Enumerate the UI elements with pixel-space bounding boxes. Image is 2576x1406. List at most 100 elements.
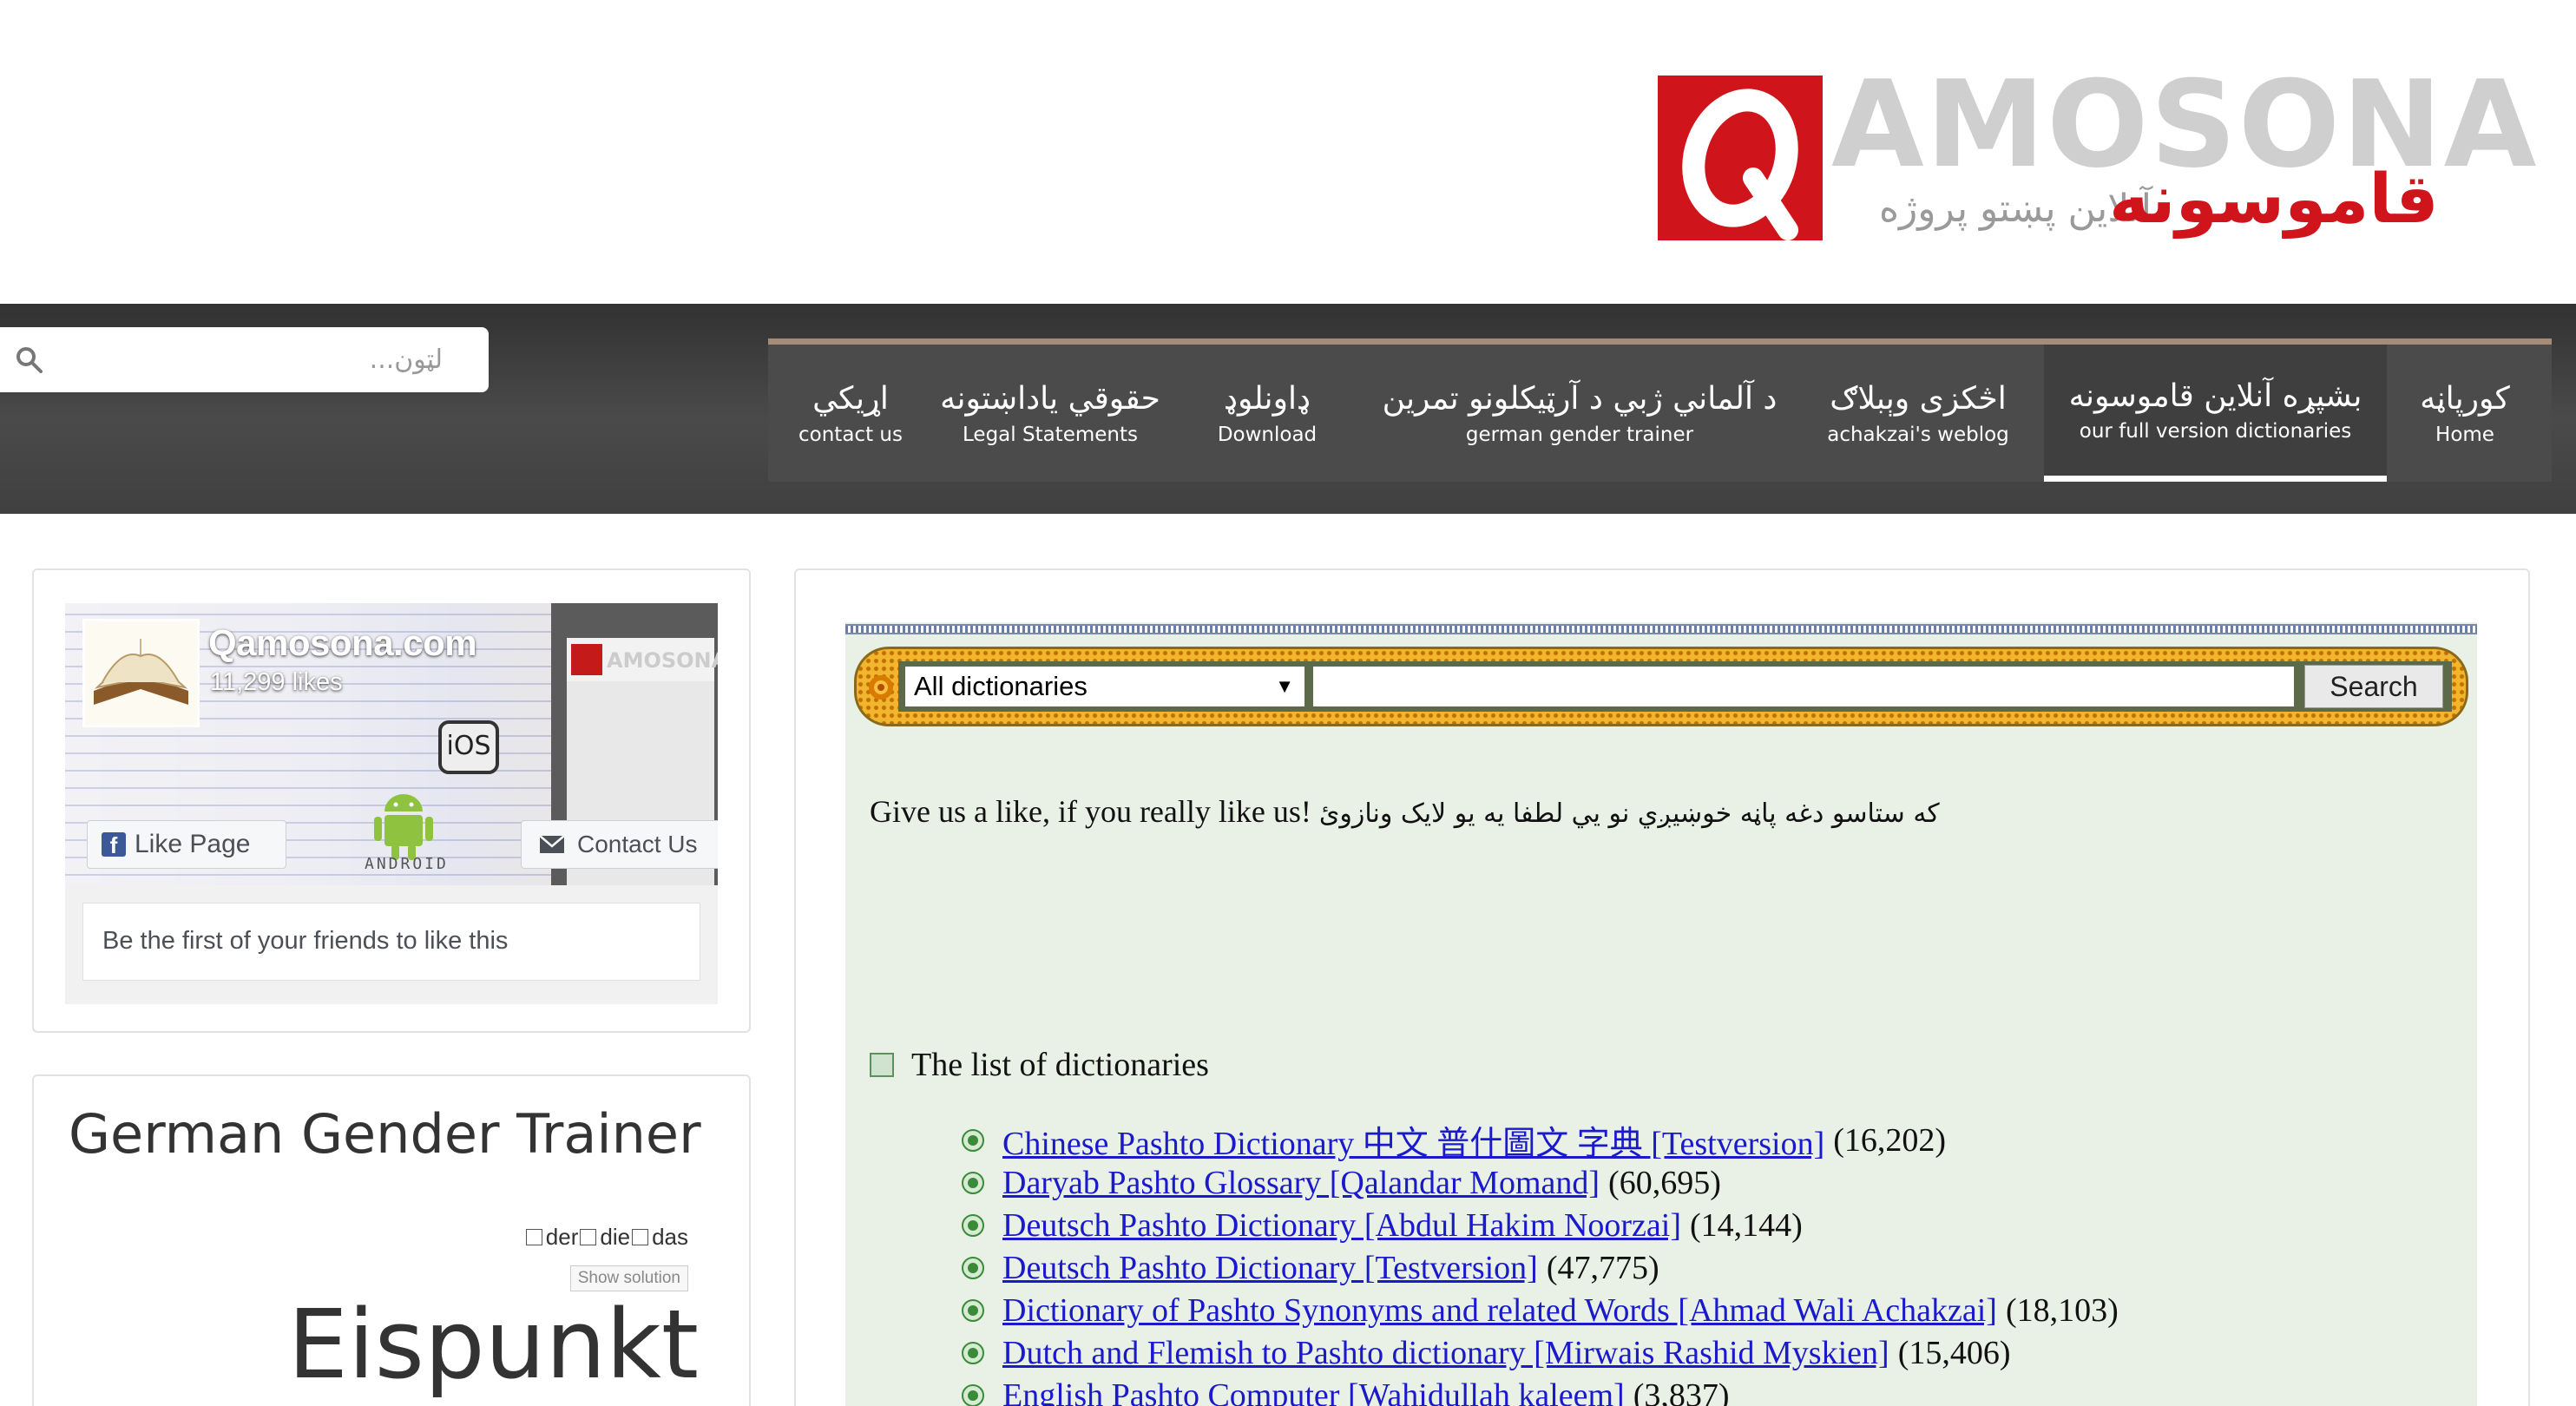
green-bullet-icon	[962, 1171, 984, 1194]
dictionary-link[interactable]: Daryab Pashto Glossary [Qalandar Momand]	[1002, 1164, 1600, 1202]
nav-label-en: achakzai's weblog	[1827, 423, 2009, 446]
facebook-icon: f	[102, 832, 126, 858]
dictionary-select[interactable]: All dictionaries ▼	[905, 667, 1304, 706]
list-item: Deutsch Pashto Dictionary [Abdul Hakim N…	[961, 1204, 2119, 1246]
decorative-border	[845, 624, 2477, 634]
gender-trainer-panel: German Gender Trainer der die das Show s…	[32, 1074, 751, 1406]
nav-gender-trainer[interactable]: د آلماني ژبي د آرټيکلونو تمرين german ge…	[1367, 345, 1792, 482]
like-button-label: Like Page	[135, 830, 251, 858]
option-die: die	[600, 1224, 631, 1250]
dictionary-query-input[interactable]	[1313, 667, 2294, 706]
dictionary-link[interactable]: Dictionary of Pashto Synonyms and relate…	[1002, 1291, 1997, 1330]
green-bullet-icon	[962, 1298, 984, 1322]
option-das: das	[652, 1224, 688, 1250]
list-item: English Pashto Computer [Wahidullah kale…	[961, 1374, 2119, 1406]
list-square-icon	[870, 1053, 894, 1077]
nav-label-en: Home	[2435, 423, 2494, 446]
gender-trainer-title: German Gender Trainer	[69, 1102, 701, 1166]
facebook-like-count: 11,299 likes	[210, 668, 343, 696]
dictionary-link[interactable]: Dutch and Flemish to Pashto dictionary […	[1002, 1334, 1889, 1372]
phone-logo-text: AMOSONA	[607, 648, 718, 673]
nav-home[interactable]: کورپاڼه Home	[2387, 345, 2543, 482]
sun-ornament-icon	[869, 675, 893, 700]
checkbox-das[interactable]	[632, 1229, 649, 1245]
dictionary-count: (47,775)	[1546, 1249, 1659, 1286]
dictionary-link[interactable]: Chinese Pashto Dictionary 中文 普什圖文 字典 [Te…	[1002, 1116, 1824, 1164]
facebook-page-plugin: AMOSONA Qamosona.com 11,299 likes iOS AN…	[65, 603, 718, 1004]
dictionary-list: Chinese Pashto Dictionary 中文 普什圖文 字典 [Te…	[961, 1119, 2119, 1406]
list-item: Dictionary of Pashto Synonyms and relate…	[961, 1289, 2119, 1331]
list-item: Daryab Pashto Glossary [Qalandar Momand]…	[961, 1161, 2119, 1204]
facebook-friends-text: Be the first of your friends to like thi…	[82, 903, 700, 981]
green-bullet-icon	[962, 1256, 984, 1279]
mail-icon	[539, 835, 565, 853]
nav-label-en: Legal Statements	[963, 423, 1138, 446]
site-logo[interactable]: AMOSONA آنلاين پښتو پروژه قاموسونه	[1658, 39, 2536, 260]
nav-legal[interactable]: حقوقي ياداښتونه Legal Statements	[933, 345, 1167, 482]
dictionary-count: (18,103)	[2005, 1291, 2119, 1329]
facebook-panel: AMOSONA Qamosona.com 11,299 likes iOS AN…	[32, 568, 751, 1033]
list-item: Dutch and Flemish to Pashto dictionary […	[961, 1331, 2119, 1374]
facebook-contact-button[interactable]: Contact Us	[521, 820, 718, 869]
nav-label-en: Download	[1217, 423, 1318, 446]
main-navbar: اړيکي contact us حقوقي ياداښتونه Legal S…	[0, 304, 2576, 514]
checkbox-der[interactable]	[525, 1229, 542, 1245]
trainer-word: Eispunkt	[287, 1289, 699, 1400]
nav-weblog[interactable]: اڅکزی وېبلاګ achakzai's weblog	[1792, 345, 2044, 482]
like-us-pashto: که ستاسو دغه پاڼه خوښيږي نو يي لطفا يه ي…	[1318, 798, 1940, 829]
phone-logo: AMOSONA	[567, 638, 718, 681]
nav-contact[interactable]: اړيکي contact us	[768, 345, 933, 482]
dictionary-select-value: All dictionaries	[914, 671, 1088, 701]
search-bar-inner: All dictionaries ▼ Search	[898, 661, 2452, 712]
android-label: ANDROID	[365, 855, 449, 873]
nav-label-ps: بشپړه آنلاين قاموسونه	[2068, 378, 2362, 414]
facebook-page-name[interactable]: Qamosona.com	[208, 622, 477, 664]
nav-label-ps: ډاونلوډ	[1224, 381, 1311, 417]
nav-menu: اړيکي contact us حقوقي ياداښتونه Legal S…	[768, 338, 2552, 482]
green-bullet-icon	[962, 1213, 984, 1237]
dictionary-link[interactable]: Deutsch Pashto Dictionary [Testversion]	[1002, 1249, 1538, 1287]
nav-label-ps: حقوقي ياداښتونه	[940, 381, 1160, 417]
dictionary-link[interactable]: English Pashto Computer [Wahidullah kale…	[1002, 1376, 1625, 1406]
green-bullet-icon	[962, 1128, 984, 1152]
list-heading-text: The list of dictionaries	[911, 1047, 1209, 1083]
nav-label-ps: اڅکزی وېبلاګ	[1830, 381, 2007, 417]
logo-pashto-text: قاموسونه	[2109, 161, 2439, 239]
dictionary-search-button[interactable]: Search	[2304, 665, 2443, 708]
list-item: Deutsch Pashto Dictionary [Testversion] …	[961, 1246, 2119, 1289]
like-us-text: Give us a like, if you really like us! ک…	[870, 793, 1940, 830]
nav-label-en: contact us	[798, 423, 903, 446]
green-bullet-icon	[962, 1383, 984, 1406]
dictionary-count: (3,837)	[1633, 1376, 1730, 1406]
show-solution-button[interactable]: Show solution	[569, 1265, 688, 1291]
contact-button-label: Contact Us	[577, 831, 698, 857]
nav-download[interactable]: ډاونلوډ Download	[1167, 345, 1367, 482]
book-thumbnail[interactable]	[82, 619, 200, 727]
nav-label-ps: د آلماني ژبي د آرټيکلونو تمرين	[1382, 381, 1778, 417]
ios-badge: iOS	[438, 720, 499, 774]
nav-full-dictionaries[interactable]: بشپړه آنلاين قاموسونه our full version d…	[2044, 345, 2387, 482]
list-item: Chinese Pashto Dictionary 中文 普什圖文 字典 [Te…	[961, 1116, 2119, 1164]
dictionary-count: (60,695)	[1608, 1164, 1721, 1201]
facebook-cover-image[interactable]: AMOSONA Qamosona.com 11,299 likes iOS AN…	[65, 603, 718, 885]
site-search-input[interactable]	[52, 336, 443, 384]
nav-label-en: german gender trainer	[1465, 423, 1694, 446]
logo-q-mark	[1658, 76, 1823, 240]
site-search	[0, 327, 489, 392]
nav-label-en: our full version dictionaries	[2079, 420, 2352, 443]
dictionary-list-heading: The list of dictionaries	[870, 1046, 1209, 1084]
article-options: der die das	[525, 1224, 688, 1251]
nav-label-ps: کورپاڼه	[2420, 381, 2510, 417]
dropdown-arrow-icon: ▼	[1275, 675, 1294, 697]
dictionary-search-bar: All dictionaries ▼ Search	[854, 647, 2468, 726]
checkbox-die[interactable]	[580, 1229, 597, 1245]
dictionary-panel: All dictionaries ▼ Search Give us a like…	[794, 568, 2530, 1406]
option-der: der	[545, 1224, 579, 1250]
search-icon[interactable]	[14, 345, 45, 376]
facebook-like-button[interactable]: f Like Page	[87, 820, 286, 869]
dictionary-count: (14,144)	[1690, 1206, 1803, 1244]
like-us-english: Give us a like, if you really like us!	[870, 794, 1311, 829]
dictionary-link[interactable]: Deutsch Pashto Dictionary [Abdul Hakim N…	[1002, 1206, 1681, 1245]
dictionary-count: (16,202)	[1833, 1121, 1947, 1159]
nav-label-ps: اړيکي	[812, 381, 889, 417]
